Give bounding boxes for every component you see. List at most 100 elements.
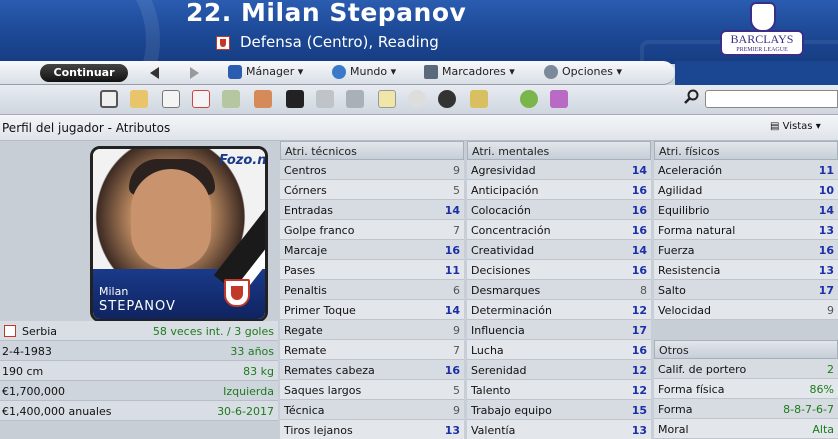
attribute-value: 13 <box>818 264 834 277</box>
technical-attribute-row[interactable]: Técnica 9 <box>280 400 464 420</box>
attribute-name: Serenidad <box>471 364 527 377</box>
physical-attribute-row[interactable]: Fuerza 16 <box>654 240 838 260</box>
technical-attribute-row[interactable]: Córners 5 <box>280 180 464 200</box>
physical-attribute-row[interactable]: Equilibrio 14 <box>654 200 838 220</box>
attribute-value: 16 <box>444 244 460 257</box>
mental-attribute-row[interactable]: Serenidad 12 <box>467 360 651 380</box>
attribute-value: 17 <box>818 284 834 297</box>
mental-attribute-row[interactable]: Desmarques 8 <box>467 280 651 300</box>
physical-attribute-row[interactable]: Salto 17 <box>654 280 838 300</box>
squad-icon[interactable] <box>222 90 240 108</box>
views-label: Vistas <box>782 121 813 132</box>
mental-attribute-row[interactable]: Decisiones 16 <box>467 260 651 280</box>
views-icon: ▤ <box>770 121 783 132</box>
physical-attribute-row[interactable]: Velocidad 9 <box>654 300 838 320</box>
attribute-name: Remate <box>284 344 327 357</box>
manager-menu[interactable]: Mánager ▾ <box>228 65 303 79</box>
technical-attribute-row[interactable]: Remate 7 <box>280 340 464 360</box>
info-label: 2-4-1983 <box>2 345 52 358</box>
attribute-value: 7 <box>453 344 460 357</box>
finances-icon[interactable] <box>470 90 488 108</box>
views-menu[interactable]: ▤ Vistas ▾ <box>770 121 821 132</box>
mental-attribute-row[interactable]: Lucha 16 <box>467 340 651 360</box>
info-label: Serbia <box>22 325 58 338</box>
physical-attribute-row[interactable]: Forma natural 13 <box>654 220 838 240</box>
calendar-icon[interactable] <box>192 90 210 108</box>
tactics-icon[interactable] <box>286 90 304 108</box>
info-label: 190 cm <box>2 365 44 378</box>
technical-attribute-row[interactable]: Saques largos 5 <box>280 380 464 400</box>
other-stat-row[interactable]: Moral Alta <box>654 419 838 439</box>
mental-attribute-row[interactable]: Valentía 13 <box>467 420 651 439</box>
attribute-value: 14 <box>444 204 460 217</box>
search-input[interactable] <box>705 90 838 108</box>
help-icon[interactable] <box>520 90 538 108</box>
player-info-list: Serbia 58 veces int. / 3 goles 2-4-1983 33 … <box>0 321 278 421</box>
info-icon[interactable] <box>550 90 568 108</box>
technical-attribute-row[interactable]: Regate 9 <box>280 320 464 340</box>
mental-attribute-row[interactable]: Determinación 12 <box>467 300 651 320</box>
info-value: 30-6-2017 <box>217 405 274 418</box>
options-menu[interactable]: Opciones ▾ <box>544 65 622 79</box>
attribute-value: 11 <box>444 264 460 277</box>
forward-icon[interactable] <box>190 67 199 79</box>
back-icon[interactable] <box>150 67 159 79</box>
attribute-name: Remates cabeza <box>284 364 375 377</box>
mental-attribute-row[interactable]: Colocación 16 <box>467 200 651 220</box>
attribute-value: 16 <box>444 364 460 377</box>
attribute-value: 14 <box>444 304 460 317</box>
technical-attribute-row[interactable]: Golpe franco 7 <box>280 220 464 240</box>
home-icon[interactable] <box>100 90 118 108</box>
mental-attribute-row[interactable]: Trabajo equipo 15 <box>467 400 651 420</box>
technical-attribute-row[interactable]: Centros 9 <box>280 160 464 180</box>
technical-attribute-row[interactable]: Tiros lejanos 13 <box>280 420 464 439</box>
scout-icon[interactable] <box>438 90 456 108</box>
player-position[interactable]: Defensa (Centro), Reading <box>240 33 439 51</box>
attribute-name: Valentía <box>471 424 516 437</box>
mental-attribute-row[interactable]: Agresividad 14 <box>467 160 651 180</box>
physical-attribute-row[interactable]: Agilidad 10 <box>654 180 838 200</box>
search-icon[interactable] <box>684 89 700 105</box>
trophy-icon[interactable] <box>316 90 334 108</box>
physical-column: Atri. físicos Aceleración 11 Agilidad 10 Equ… <box>654 141 838 439</box>
mental-attribute-row[interactable]: Anticipación 16 <box>467 180 651 200</box>
technical-attribute-row[interactable]: Marcaje 16 <box>280 240 464 260</box>
shield-icon[interactable] <box>130 90 148 108</box>
transfer-icon[interactable] <box>254 90 272 108</box>
info-value: 58 veces int. / 3 goles <box>152 325 274 338</box>
continue-button[interactable]: Continuar <box>40 64 128 82</box>
mental-attribute-row[interactable]: Creatividad 14 <box>467 240 651 260</box>
technical-attribute-row[interactable]: Pases 11 <box>280 260 464 280</box>
technical-attribute-row[interactable]: Primer Toque 14 <box>280 300 464 320</box>
attribute-value: 17 <box>631 324 647 337</box>
column-gap <box>654 320 838 340</box>
attribute-name: Forma natural <box>658 224 736 237</box>
attribute-value: 12 <box>631 304 647 317</box>
mental-attribute-row[interactable]: Talento 12 <box>467 380 651 400</box>
staff-icon[interactable] <box>346 90 364 108</box>
ball-icon[interactable] <box>408 90 426 108</box>
mental-attribute-row[interactable]: Influencia 17 <box>467 320 651 340</box>
technical-attribute-row[interactable]: Remates cabeza 16 <box>280 360 464 380</box>
attribute-value: 8-8-7-6-7 <box>783 403 834 416</box>
technical-attribute-row[interactable]: Penaltis 6 <box>280 280 464 300</box>
physical-attribute-row[interactable]: Aceleración 11 <box>654 160 838 180</box>
other-stat-row[interactable]: Forma física 86% <box>654 379 838 399</box>
clipboard-icon[interactable] <box>378 90 396 108</box>
other-stat-row[interactable]: Calif. de portero 2 <box>654 359 838 379</box>
attribute-value: 14 <box>818 204 834 217</box>
attribute-value: 7 <box>453 224 460 237</box>
attribute-name: Anticipación <box>471 184 539 197</box>
scoreboards-menu[interactable]: Marcadores ▾ <box>424 65 515 79</box>
other-stat-row[interactable]: Forma 8-8-7-6-7 <box>654 399 838 419</box>
page-title: 22. Milan Stepanov <box>186 0 467 27</box>
attribute-name: Determinación <box>471 304 552 317</box>
attribute-name: Trabajo equipo <box>471 404 552 417</box>
technical-attribute-row[interactable]: Entradas 14 <box>280 200 464 220</box>
news-icon[interactable] <box>162 90 180 108</box>
player-face <box>131 169 211 269</box>
attribute-name: Centros <box>284 164 327 177</box>
mental-attribute-row[interactable]: Concentración 16 <box>467 220 651 240</box>
world-menu[interactable]: Mundo ▾ <box>332 65 396 79</box>
physical-attribute-row[interactable]: Resistencia 13 <box>654 260 838 280</box>
